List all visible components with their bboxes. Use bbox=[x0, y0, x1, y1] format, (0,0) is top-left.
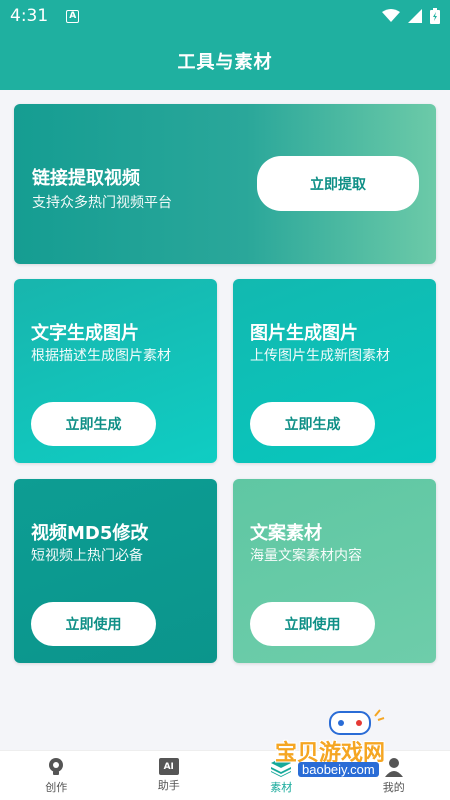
wifi-icon bbox=[382, 9, 400, 22]
signal-icon bbox=[408, 9, 422, 23]
bulb-icon bbox=[49, 757, 64, 775]
status-time: 4:31 bbox=[10, 6, 49, 26]
card-subtitle: 上传图片生成新图素材 bbox=[250, 348, 390, 364]
card-title: 链接提取视频 bbox=[32, 168, 140, 189]
card-subtitle: 海量文案素材内容 bbox=[250, 548, 362, 564]
generate-now-button[interactable]: 立即生成 bbox=[31, 402, 156, 446]
card-title: 图片生成图片 bbox=[250, 323, 358, 344]
watermark-url: baobeiy.com bbox=[298, 762, 379, 777]
copywriting-card[interactable]: 文案素材 海量文案素材内容 立即使用 bbox=[233, 479, 436, 663]
text-to-image-card[interactable]: 文字生成图片 根据描述生成图片素材 立即生成 bbox=[14, 279, 217, 463]
tab-label: 素材 bbox=[270, 780, 293, 794]
video-md5-card[interactable]: 视频MD5修改 短视频上热门必备 立即使用 bbox=[14, 479, 217, 663]
card-subtitle: 支持众多热门视频平台 bbox=[32, 195, 172, 211]
image-to-image-card[interactable]: 图片生成图片 上传图片生成新图素材 立即生成 bbox=[233, 279, 436, 463]
tab-assistant[interactable]: AI 助手 bbox=[113, 751, 226, 800]
card-title: 文字生成图片 bbox=[31, 323, 139, 344]
page-title: 工具与素材 bbox=[177, 52, 273, 73]
tab-create[interactable]: 创作 bbox=[0, 751, 113, 800]
use-now-button[interactable]: 立即使用 bbox=[250, 602, 375, 646]
extract-now-button[interactable]: 立即提取 bbox=[257, 156, 419, 211]
tab-label: 创作 bbox=[45, 780, 68, 794]
card-subtitle: 短视频上热门必备 bbox=[31, 548, 143, 564]
notification-icon: A bbox=[66, 9, 80, 23]
link-extract-card[interactable]: 链接提取视频 支持众多热门视频平台 立即提取 bbox=[14, 104, 436, 264]
card-title: 文案素材 bbox=[250, 523, 322, 544]
card-subtitle: 根据描述生成图片素材 bbox=[31, 348, 171, 364]
battery-icon bbox=[430, 8, 440, 24]
app-bar: 工具与素材 bbox=[0, 32, 450, 90]
status-icons bbox=[382, 8, 440, 24]
card-title: 视频MD5修改 bbox=[31, 523, 149, 544]
ai-icon: AI bbox=[158, 758, 179, 775]
tab-label: 助手 bbox=[157, 779, 180, 792]
status-bar: 4:31 A bbox=[0, 0, 450, 32]
tab-label: 我的 bbox=[382, 780, 405, 794]
use-now-button[interactable]: 立即使用 bbox=[31, 602, 156, 646]
generate-now-button[interactable]: 立即生成 bbox=[250, 402, 375, 446]
